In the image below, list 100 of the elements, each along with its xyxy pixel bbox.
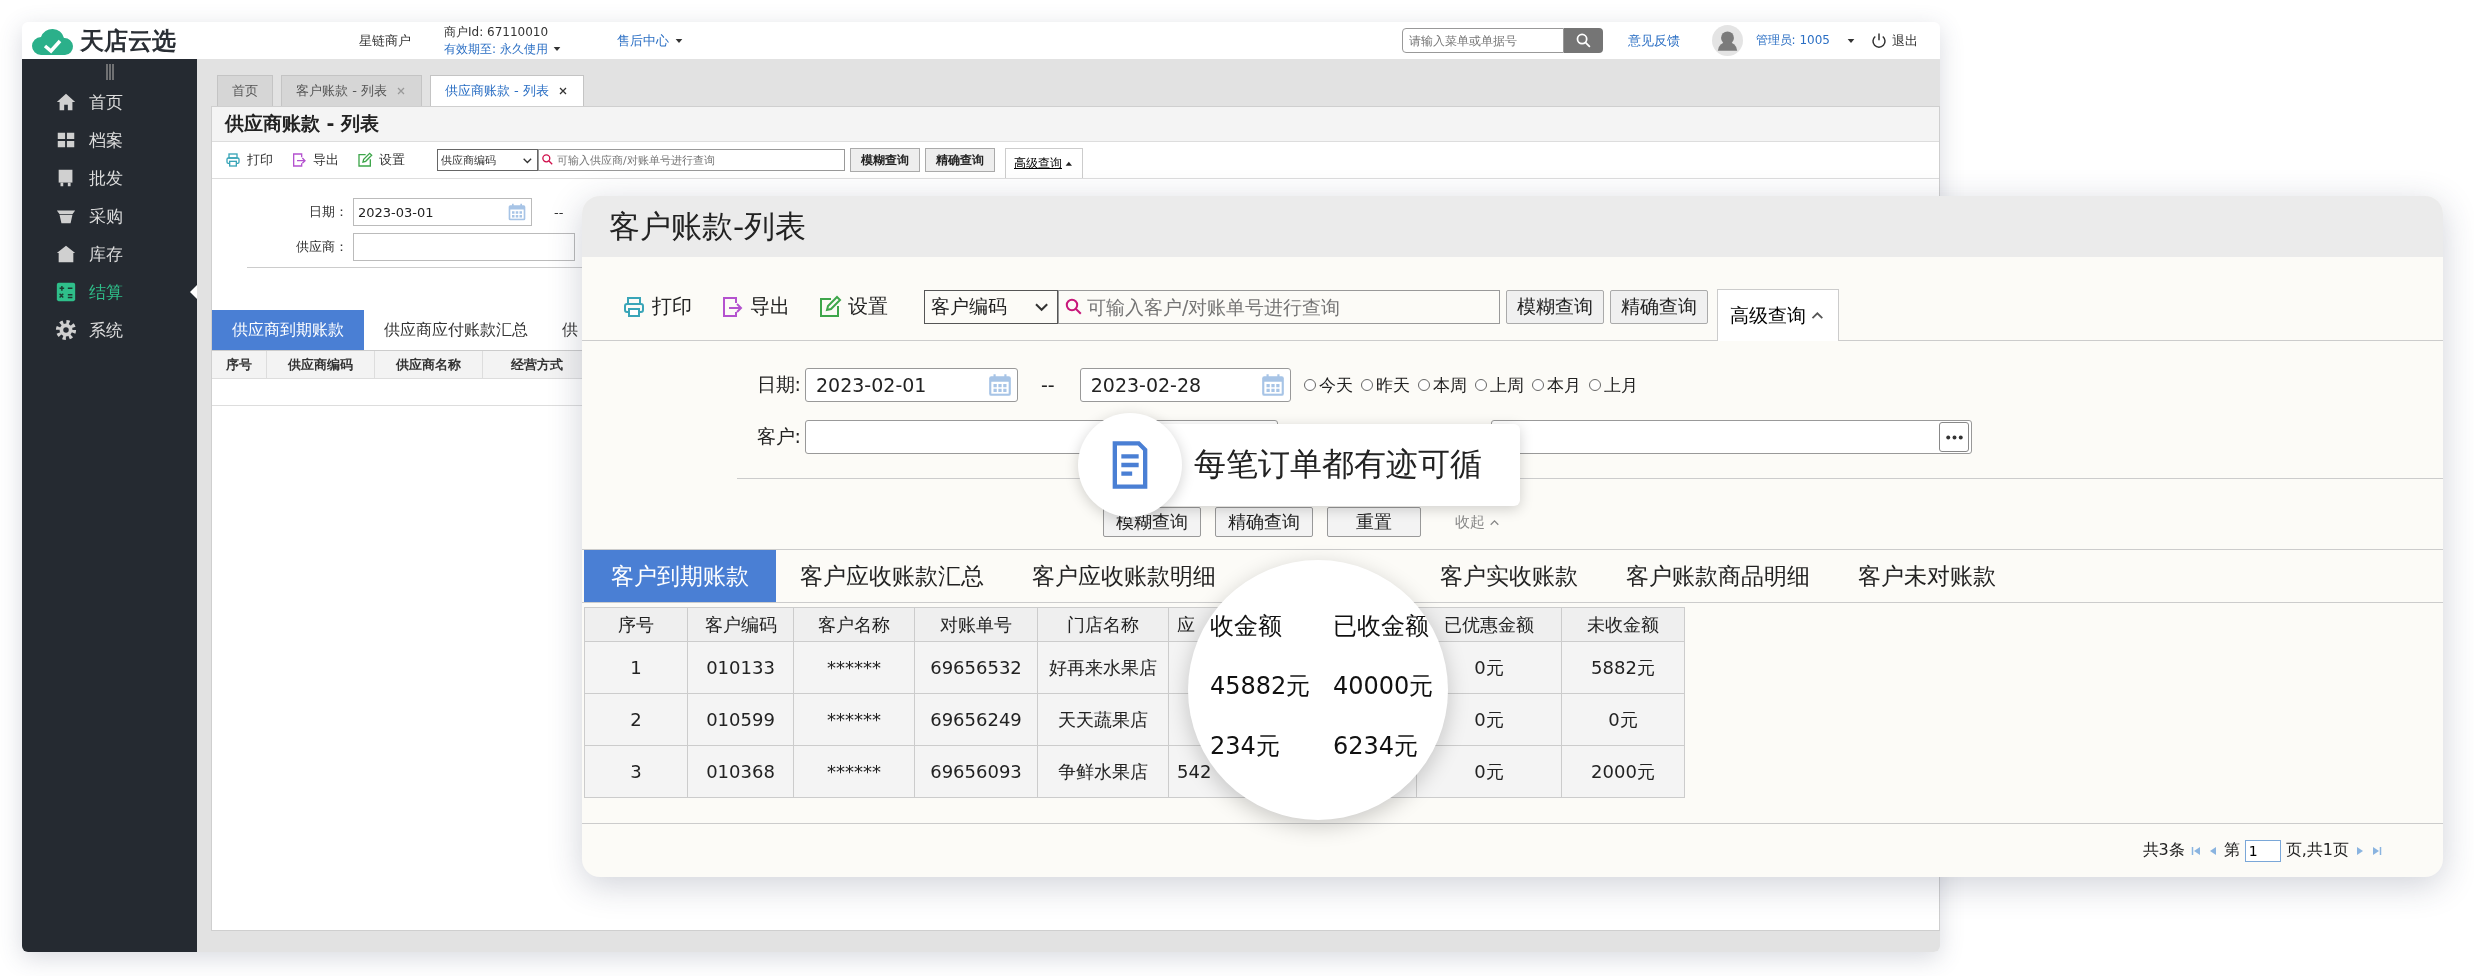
range-radio[interactable]: 本月 [1531, 373, 1581, 397]
table-cell: 69656532 [915, 642, 1038, 694]
date-separator: -- [554, 204, 564, 220]
range-radio[interactable]: 今天 [1303, 373, 1353, 397]
advanced-search-tab[interactable]: 高级查询 [1717, 289, 1839, 341]
search-icon [1574, 32, 1592, 49]
sidebar-item[interactable]: 档案 [22, 121, 197, 159]
sidebar-item[interactable]: 结算 [22, 273, 197, 311]
column-header: 客户编码 [688, 607, 794, 642]
edit-icon [357, 152, 373, 168]
after-sales-menu[interactable]: 售后中心 [617, 31, 684, 50]
callout-text: 每笔订单都有迹可循 [1194, 444, 1482, 485]
validity-dropdown[interactable]: 有效期至: 永久使用 [444, 40, 584, 58]
lookup-field[interactable] [1491, 420, 1972, 454]
sidebar-item[interactable]: 库存 [22, 235, 197, 273]
fuzzy-search-button[interactable]: 模糊查询 [850, 148, 920, 172]
report-tab[interactable]: 供应商应付账款汇总 [364, 310, 548, 350]
report-tab[interactable]: 客户应收账款汇总 [776, 550, 1008, 602]
table-cell: 2000元 [1562, 746, 1685, 798]
calculator-icon [55, 281, 77, 303]
export-button[interactable]: 导出 [720, 293, 790, 320]
table-cell: 1 [584, 642, 688, 694]
supplier-field[interactable] [353, 233, 575, 261]
column-header: 客户名称 [794, 607, 915, 642]
search-field[interactable]: 可输入供应商/对账单号进行查询 [538, 149, 845, 171]
table-cell: 010368 [688, 746, 794, 798]
power-icon [1870, 31, 1888, 50]
menu-search-field[interactable]: 请输入菜单或单据号 [1401, 28, 1564, 53]
calendar-icon [1259, 372, 1286, 398]
sidebar-item[interactable]: 系统 [22, 311, 197, 349]
page-tab[interactable]: 客户账款 - 列表 [281, 75, 422, 106]
print-button[interactable]: 打印 [225, 151, 273, 169]
date-field[interactable]: 2023-02-01 [805, 368, 1018, 402]
range-radio[interactable]: 上月 [1588, 373, 1638, 397]
report-tab[interactable]: 供应商到期账款 [212, 310, 364, 350]
sidebar-item[interactable]: 首页 [22, 83, 197, 121]
table-cell: ****** [794, 746, 915, 798]
sidebar-item[interactable]: 批发 [22, 159, 197, 197]
table-cell-text: 6234元 [1333, 731, 1419, 762]
field-label: 日期： [308, 203, 348, 221]
printer-icon [225, 152, 241, 168]
search-button[interactable] [1563, 28, 1603, 53]
print-button[interactable]: 打印 [622, 293, 692, 320]
exact-search-button[interactable]: 精确查询 [1215, 507, 1313, 537]
page-total: 页,共1页 [2285, 840, 2349, 861]
table-cell: 天天蔬果店 [1038, 694, 1169, 746]
table-cell-text: 45882元 [1210, 671, 1311, 702]
sidebar-item[interactable]: 采购 [22, 197, 197, 235]
user-menu[interactable]: 管理员: 1005 [1755, 32, 1856, 49]
page-tab[interactable]: 首页 [217, 75, 273, 106]
reset-button[interactable]: 重置 [1327, 507, 1421, 537]
table-cell: 2 [584, 694, 688, 746]
shop-name: 星链商户 [359, 31, 411, 50]
date-field[interactable]: 2023-03-01 [353, 198, 532, 226]
advanced-search-tab[interactable]: 高级查询 [1005, 148, 1083, 178]
more-icon [1945, 434, 1963, 440]
edit-icon [818, 294, 842, 319]
last-page-button[interactable] [2371, 844, 2383, 857]
date-field[interactable]: 2023-02-28 [1079, 368, 1291, 402]
logout-button[interactable]: 退出 [1870, 31, 1918, 50]
table-cell: 010133 [688, 642, 794, 694]
report-tab[interactable]: 供 [548, 310, 578, 350]
table-cell: 好再来水果店 [1038, 642, 1169, 694]
column-header: 门店名称 [1038, 607, 1169, 642]
column-header: 已收金额 [1333, 611, 1429, 642]
last-page-icon [2371, 844, 2383, 857]
export-icon [720, 294, 744, 319]
page-title: 供应商账款 - 列表 [212, 107, 1939, 142]
page-input[interactable]: 1 [2244, 839, 2281, 862]
settings-button[interactable]: 设置 [357, 151, 405, 169]
range-radio[interactable]: 昨天 [1360, 373, 1410, 397]
settings-button[interactable]: 设置 [818, 293, 888, 320]
range-radio[interactable]: 上周 [1474, 373, 1524, 397]
page-tab[interactable]: 供应商账款 - 列表 [429, 75, 584, 106]
exact-search-button[interactable]: 精确查询 [925, 148, 995, 172]
column-header: 收金额 [1210, 611, 1282, 642]
search-type-select[interactable]: 客户编码 [924, 289, 1058, 324]
more-button[interactable] [1939, 422, 1969, 452]
first-page-button[interactable] [2189, 844, 2202, 857]
exact-search-button[interactable]: 精确查询 [1610, 289, 1708, 324]
home-icon [55, 91, 77, 113]
printer-icon [622, 294, 646, 319]
table-cell: 0元 [1417, 746, 1562, 798]
collapse-button[interactable]: 收起 [1455, 512, 1501, 532]
search-field[interactable]: 可输入客户/对账单号进行查询 [1058, 289, 1500, 324]
fuzzy-search-button[interactable]: 模糊查询 [1506, 289, 1604, 324]
report-tab[interactable]: 客户到期账款 [584, 550, 776, 602]
column-header: 对账单号 [915, 607, 1038, 642]
feedback-link[interactable]: 意见反馈 [1627, 31, 1680, 50]
export-icon [291, 152, 307, 168]
avatar-icon [1711, 25, 1743, 56]
table-cell: ****** [794, 642, 915, 694]
collapse-icon[interactable] [105, 64, 114, 80]
search-type-select[interactable]: 供应商编码 [437, 149, 538, 171]
logo-text: 天店云选 [80, 25, 176, 57]
table-cell: 争鲜水果店 [1038, 746, 1169, 798]
report-tab[interactable]: 客户账款商品明细 [1602, 550, 1834, 602]
report-tab[interactable]: 客户未对账款 [1834, 550, 2020, 602]
export-button[interactable]: 导出 [291, 151, 339, 169]
range-radio[interactable]: 本周 [1417, 373, 1467, 397]
